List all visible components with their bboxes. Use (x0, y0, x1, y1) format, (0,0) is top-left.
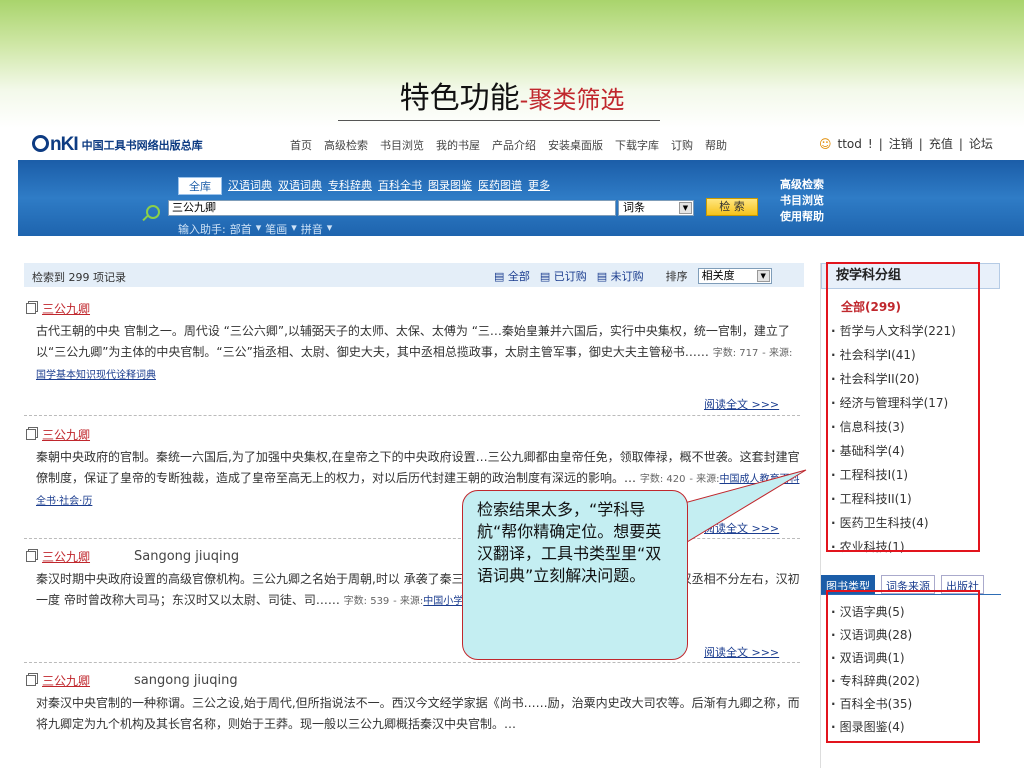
callout-bubble: 检索结果太多，“学科导航“帮你精确定位。想要英汉翻译，工具书类型里“双语词典”立… (462, 490, 688, 660)
